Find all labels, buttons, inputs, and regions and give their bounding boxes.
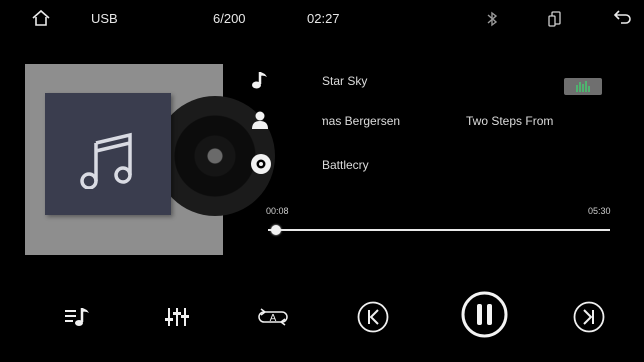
- progress-knob[interactable]: [271, 225, 282, 235]
- playlist-icon[interactable]: [64, 306, 92, 328]
- equalizer-sliders-icon[interactable]: [165, 306, 189, 328]
- equalizer-visualizer-button[interactable]: [564, 78, 602, 95]
- progress-track[interactable]: [268, 229, 610, 231]
- back-arrow-icon[interactable]: [613, 9, 633, 25]
- phone-link-icon[interactable]: [548, 11, 562, 27]
- album-sleeve: [45, 93, 171, 215]
- repeat-all-icon[interactable]: A: [256, 306, 290, 328]
- next-track-icon[interactable]: [573, 301, 605, 333]
- album-name: Battlecry: [322, 158, 369, 172]
- track-title: Star Sky: [322, 74, 368, 88]
- band-name: Two Steps From Hell: [466, 114, 555, 128]
- bluetooth-icon[interactable]: [486, 11, 498, 27]
- person-icon: [250, 110, 270, 130]
- pause-icon[interactable]: [461, 291, 508, 338]
- repeat-badge: A: [270, 313, 277, 324]
- band-clip: Two Steps From Hell: [466, 114, 555, 130]
- track-index: 6/200: [213, 11, 246, 26]
- music-note-icon: [250, 70, 270, 90]
- duration-time: 05:30: [588, 206, 611, 216]
- album-music-note-icon: [78, 129, 138, 189]
- elapsed-time: 00:08: [266, 206, 289, 216]
- home-icon[interactable]: [31, 9, 51, 27]
- clock: 02:27: [307, 11, 340, 26]
- artist-clip: Thomas Bergersen: [322, 114, 428, 130]
- disc-icon: [250, 153, 272, 175]
- previous-track-icon[interactable]: [357, 301, 389, 333]
- source-label: USB: [91, 11, 118, 26]
- artist-name: Thomas Bergersen: [322, 114, 401, 128]
- status-bar: USB 6/200 02:27: [0, 0, 644, 36]
- album-art: [25, 64, 275, 255]
